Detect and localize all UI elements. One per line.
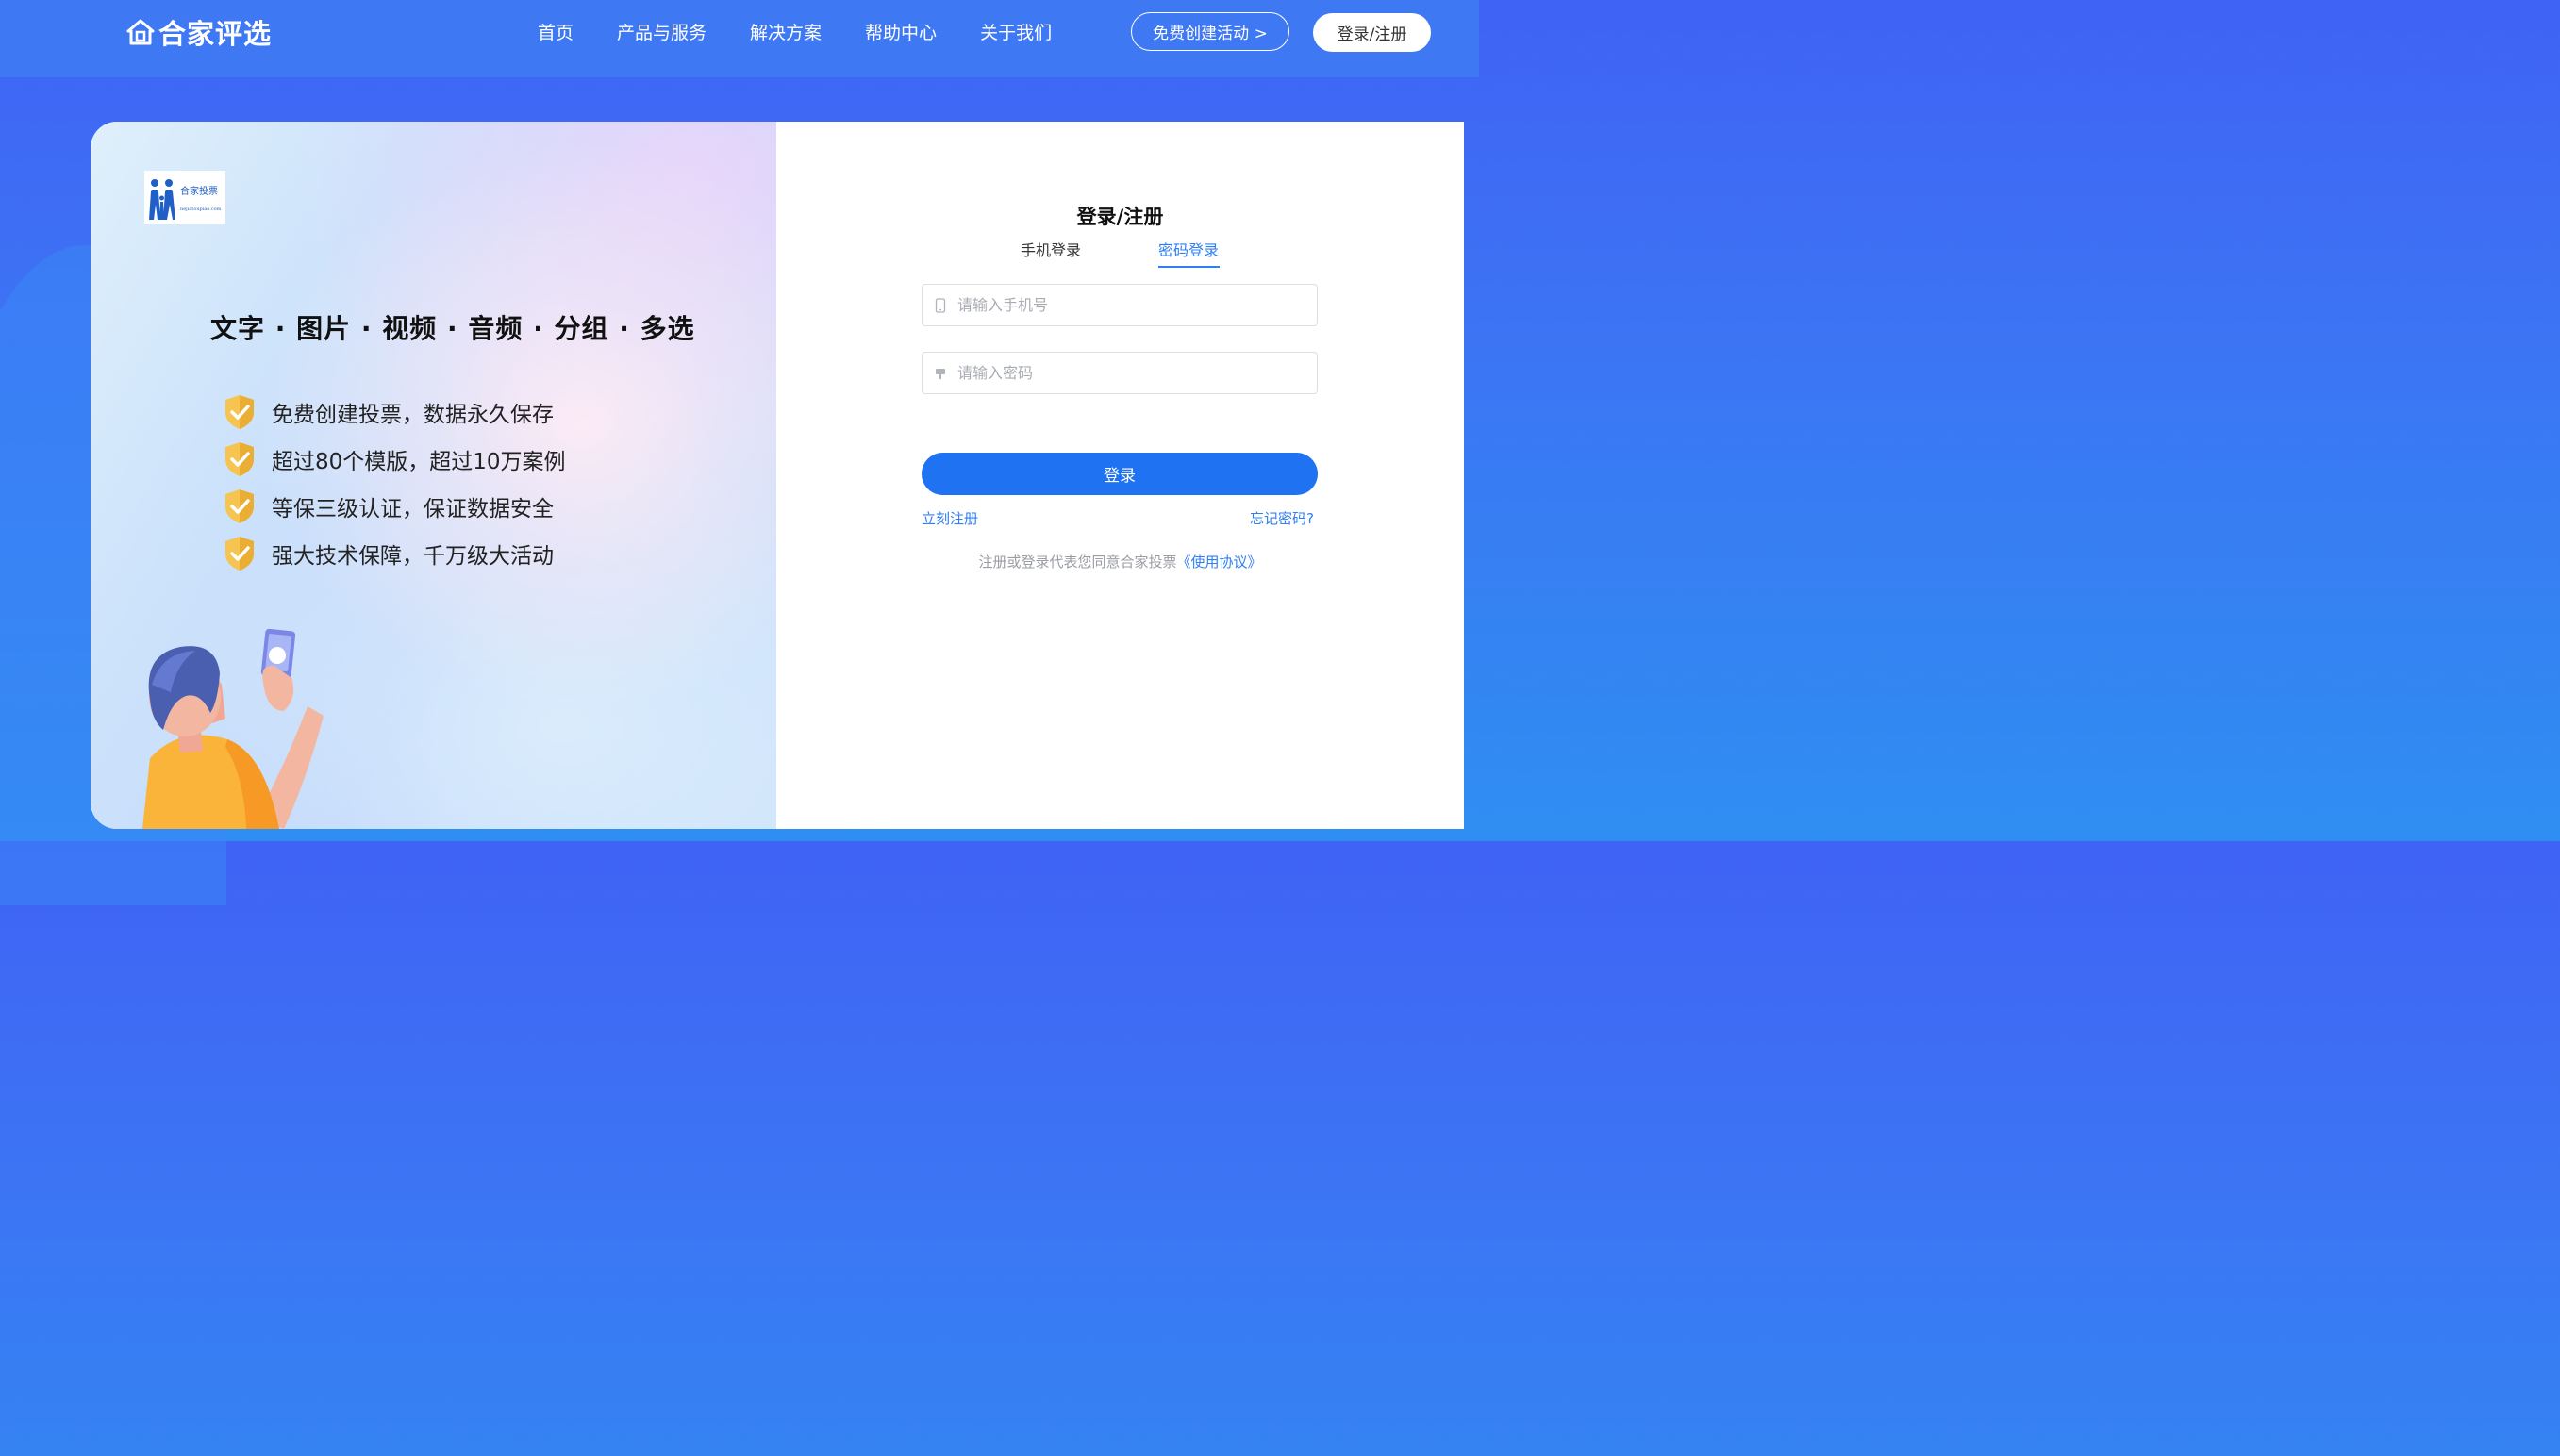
- promo-headline: 文字 · 图片 · 视频 · 音频 · 分组 · 多选: [210, 313, 695, 344]
- brand-badge: 合家投票 hejiatoupiao.com: [144, 171, 225, 224]
- nav-home[interactable]: 首页: [538, 19, 574, 47]
- promo-panel: 合家投票 hejiatoupiao.com 文字 · 图片 · 视频 · 音频 …: [91, 122, 776, 829]
- check-shield-icon: [225, 537, 254, 571]
- family-logo-icon: [149, 178, 175, 220]
- check-shield-icon: [225, 395, 254, 429]
- feature-item: 超过80个模版，超过10万案例: [223, 436, 566, 483]
- tab-password-login[interactable]: 密码登录: [1158, 238, 1219, 260]
- active-tab-indicator: [1158, 266, 1220, 268]
- nav-help[interactable]: 帮助中心: [865, 19, 937, 47]
- password-input[interactable]: [956, 363, 1299, 383]
- feature-text: 免费创建投票，数据永久保存: [272, 403, 554, 427]
- feature-text: 强大技术保障，千万级大活动: [272, 544, 554, 569]
- brand-badge-url: hejiatoupiao.com: [180, 207, 222, 212]
- register-link[interactable]: 立刻注册: [922, 508, 978, 528]
- login-card: 合家投票 hejiatoupiao.com 文字 · 图片 · 视频 · 音频 …: [91, 122, 1464, 829]
- feature-item: 强大技术保障，千万级大活动: [223, 530, 566, 577]
- tab-phone-login[interactable]: 手机登录: [1021, 238, 1081, 260]
- logo-text: 合家评选: [158, 18, 273, 50]
- login-form-panel: 登录/注册 手机登录 密码登录 登录 立刻注册 忘记密码? 注册或登录代表您同意…: [776, 122, 1464, 829]
- create-activity-button[interactable]: 免费创建活动 >: [1131, 12, 1289, 51]
- password-field[interactable]: [922, 352, 1318, 394]
- terms-of-use-link[interactable]: 《使用协议》: [1177, 554, 1262, 571]
- form-title: 登录/注册: [1076, 206, 1164, 228]
- nav-about[interactable]: 关于我们: [980, 19, 1052, 47]
- brand-badge-title: 合家投票: [180, 187, 218, 197]
- feature-text: 超过80个模版，超过10万案例: [272, 450, 566, 474]
- person-with-phone-illustration: [142, 628, 324, 829]
- check-shield-icon: [225, 489, 254, 523]
- feature-list: 免费创建投票，数据永久保存 超过80个模版，超过10万案例 等保三级认证，保证数…: [223, 389, 566, 577]
- house-logo-icon: [126, 19, 155, 45]
- feature-item: 免费创建投票，数据永久保存: [223, 389, 566, 436]
- login-submit-button[interactable]: 登录: [922, 453, 1318, 495]
- check-shield-icon: [225, 442, 254, 476]
- nav-solutions[interactable]: 解决方案: [750, 19, 822, 47]
- forgot-password-link[interactable]: 忘记密码?: [1250, 508, 1314, 528]
- feature-item: 等保三级认证，保证数据安全: [223, 483, 566, 530]
- phone-field[interactable]: [922, 284, 1318, 326]
- nav-products[interactable]: 产品与服务: [617, 19, 706, 47]
- lock-icon: [936, 368, 945, 379]
- feature-text: 等保三级认证，保证数据安全: [272, 497, 554, 521]
- agreement-notice: 注册或登录代表您同意合家投票《使用协议》: [776, 552, 1464, 571]
- main-nav: 首页 产品与服务 解决方案 帮助中心 关于我们: [538, 19, 1095, 47]
- agreement-text: 注册或登录代表您同意合家投票: [978, 554, 1177, 571]
- mobile-phone-icon: [935, 297, 946, 313]
- site-logo[interactable]: 合家评选: [126, 13, 272, 51]
- header-login-button[interactable]: 登录/注册: [1313, 13, 1431, 52]
- top-navbar: 合家评选 首页 产品与服务 解决方案 帮助中心 关于我们 免费创建活动 > 登录…: [0, 0, 1479, 77]
- phone-input[interactable]: [956, 295, 1299, 315]
